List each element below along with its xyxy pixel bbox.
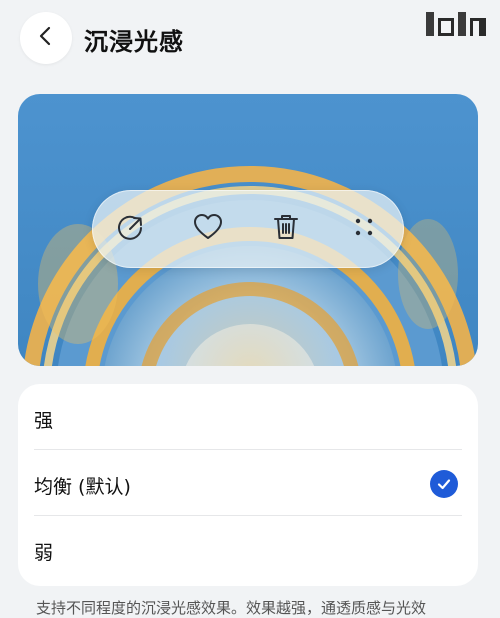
favorite-button[interactable] [188,209,228,249]
share-icon [115,212,145,246]
option-strong[interactable]: 强 [18,386,478,450]
watermark-logo [424,8,490,40]
option-weak[interactable]: 弱 [18,518,478,582]
action-bar [92,190,404,268]
page-title: 沉浸光感 [84,28,184,56]
heart-icon [192,212,224,246]
trash-icon [272,212,300,246]
option-label: 弱 [34,542,54,564]
option-label: 强 [34,410,54,432]
more-dots-icon [351,214,377,244]
share-button[interactable] [110,209,150,249]
more-button[interactable] [344,209,384,249]
delete-button[interactable] [266,209,306,249]
option-balanced[interactable]: 均衡 (默认) [18,452,478,516]
header: 沉浸光感 [0,0,500,80]
description-text: 支持不同程度的沉浸光感效果。效果越强，通透质感与光效 [36,599,427,617]
chevron-left-icon [35,25,57,51]
check-icon [430,470,458,498]
back-button[interactable] [20,12,72,64]
option-label: 均衡 (默认) [34,476,131,498]
divider [34,449,462,450]
divider [34,515,462,516]
intensity-options: 强 均衡 (默认) 弱 [18,384,478,586]
preview-card [18,94,478,366]
